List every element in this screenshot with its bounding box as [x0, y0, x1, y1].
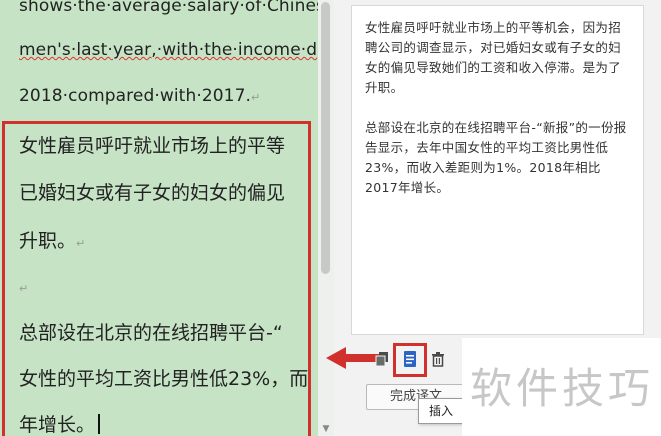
translation-result-box[interactable]: 女性雇员呼吁就业市场上的平等机会，因为招聘公司的调查显示，对已婚妇女或有子女的妇…: [351, 5, 644, 335]
doc-line-2: men's·last·year,·with·the·income·d: [19, 40, 318, 60]
watermark-text: 软件技巧: [470, 364, 655, 413]
insert-highlight-frame: [393, 343, 427, 377]
copy-icon: [374, 351, 390, 371]
insert-tooltip: 插入: [418, 398, 464, 424]
doc-line-3: 2018·compared·with·2017.↵: [19, 86, 261, 106]
translation-paragraph-2: 总部设在北京的在线招聘平台-“新报”的一份报告显示，去年中国女性的平均工资比男性…: [365, 120, 627, 195]
translation-paragraph-1: 女性雇员呼吁就业市场上的平等机会，因为招聘公司的调查显示，对已婚妇女或有子女的妇…: [365, 20, 622, 95]
document-area[interactable]: shows·the·average·salary·of·Chines men's…: [0, 0, 318, 436]
scrollbar-thumb[interactable]: [321, 2, 330, 274]
trash-icon: [430, 351, 446, 371]
selection-highlight-frame: [2, 121, 311, 436]
doc-line-1: shows·the·average·salary·of·Chines: [19, 0, 318, 16]
scroll-down-icon[interactable]: ▼: [321, 424, 331, 434]
copy-button[interactable]: [370, 349, 394, 373]
delete-button[interactable]: [426, 349, 450, 373]
paragraph-mark: ↵: [251, 91, 261, 104]
